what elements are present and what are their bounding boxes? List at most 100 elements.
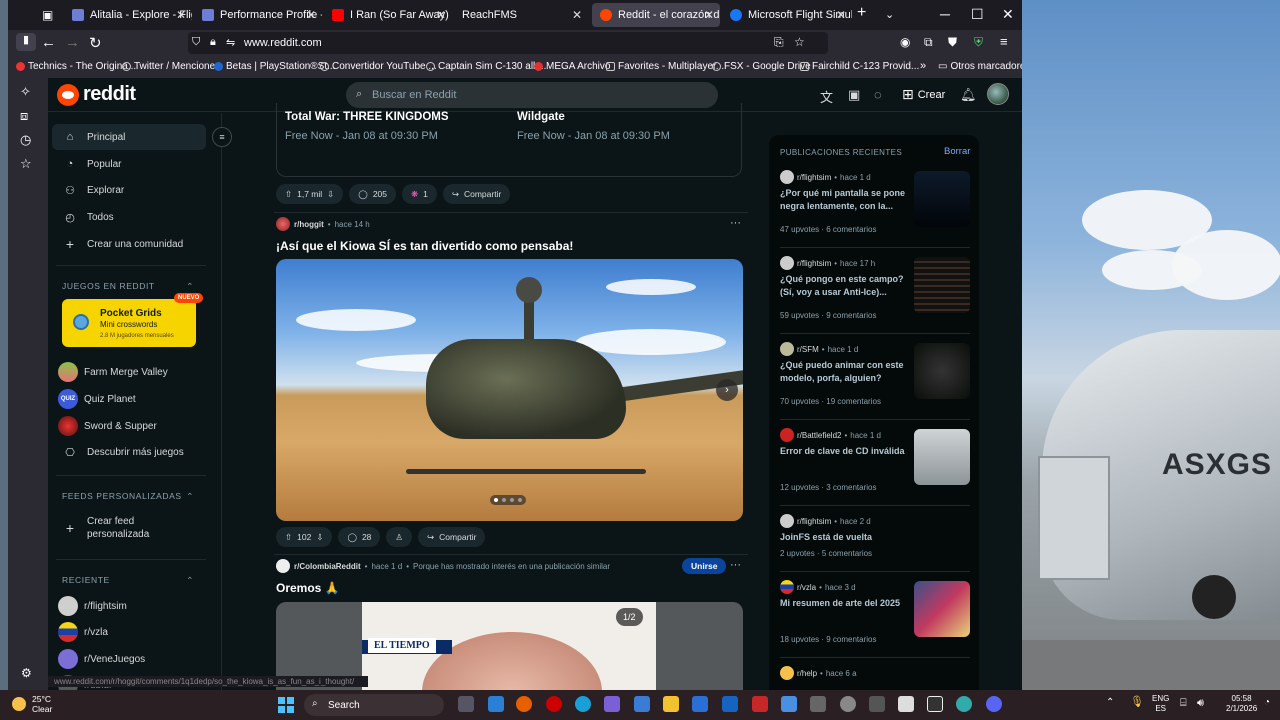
app-icon[interactable] [869,696,885,712]
advertise-icon[interactable]: ▣ [848,87,860,103]
reader-view-icon[interactable]: ⎘ [774,35,784,50]
tab-facebook[interactable]: Microsoft Flight Simulator✕ [722,3,852,27]
upvote-icon[interactable]: ⇧ [285,532,292,543]
sidebar-toggle-icon[interactable]: ▮ [16,33,36,51]
recent-post-item[interactable]: r/help • hace 6 a [769,661,979,690]
volume-icon[interactable]: 🔊︎ [1197,698,1204,709]
other-bookmarks-folder[interactable]: ▭Otros marcadores [938,61,1022,72]
bookmark-item[interactable]: Technics - The Origina... [16,61,136,72]
notepad-icon[interactable] [898,696,914,712]
list-all-tabs-icon[interactable]: ⌄ [885,8,894,21]
reload-icon[interactable]: ↻ [89,34,102,52]
tab-youtube[interactable]: I Ran (So Far Away) - YouT✕ [324,3,452,27]
close-tab-icon[interactable]: ✕ [704,8,714,22]
close-window-icon[interactable]: ✕ [1002,6,1014,23]
nav-home[interactable]: ⌂ Principal [52,124,206,150]
comments-button[interactable]: ◯ 205 [349,184,396,204]
maximize-icon[interactable]: ☐ [971,6,984,23]
nav-all[interactable]: ◴ Todos [52,204,206,230]
tab-performance[interactable]: Performance Profile - Expl✕ [194,3,322,27]
nav-popular[interactable]: ◔ Popular [52,151,206,177]
collapse-nav-button[interactable]: ≡ [212,127,232,147]
notifications-bell-icon[interactable]: 🔔︎ [960,87,977,103]
clear-recent-button[interactable]: Borrar [944,146,970,157]
downvote-icon[interactable]: ⇩ [327,189,334,200]
discord-icon[interactable] [986,696,1002,712]
awards-button[interactable]: ♙ [386,527,413,547]
microphone-icon[interactable]: 🎙︎ [1130,697,1144,708]
tab-reddit[interactable]: Reddit - el corazón de la c✕ [592,3,720,27]
show-hidden-icons[interactable]: ⌃ [1106,698,1114,708]
url-bar[interactable]: ⛉ 🔒︎ ⇋ www.reddit.com ⎘ ☆ [188,32,828,54]
bookmark-item[interactable]: Favorites - Multiplayer... [606,61,724,72]
lock-icon[interactable]: 🔒︎ [210,36,216,49]
bookmark-star-icon[interactable]: ☆ [794,35,805,49]
notifications-icon[interactable]: ◔ [1264,698,1270,708]
history-icon[interactable]: ◷ [20,132,31,148]
vpn-shield-icon[interactable]: ⛊ [948,35,957,50]
custom-feeds-header[interactable]: FEEDS PERSONALIZADAS ⌃ [62,491,194,502]
ai-chatbot-icon[interactable]: ✧ [20,84,31,100]
extensions-puzzle-icon[interactable]: ⧉ [924,35,933,50]
comments-button[interactable]: ◯ 28 [338,527,381,547]
taskbar-search[interactable]: ⌕ Search [304,694,444,716]
chat-icon[interactable]: ◌ [874,87,882,102]
post-image[interactable]: › [276,259,743,521]
tab-reachfms[interactable]: ReachFMS ✕ [454,3,588,27]
close-tab-icon[interactable]: ✕ [836,8,846,22]
minimize-icon[interactable]: ─ [940,6,950,22]
app-icon[interactable] [810,696,826,712]
close-tab-icon[interactable]: ✕ [176,8,186,22]
close-tab-icon[interactable]: ✕ [572,8,582,22]
menu-hamburger-icon[interactable]: ≡ [1000,34,1008,49]
discover-more-games[interactable]: ⎔ Descubrir más juegos [52,439,206,465]
vote-buttons[interactable]: ⇧ 102 ⇩ [276,527,333,547]
bookmark-item[interactable]: Captain Sim C-130 all ... [426,61,546,72]
games-section-header[interactable]: JUEGOS EN REDDIT ⌃ [62,281,194,292]
share-button[interactable]: ↪ Compartir [418,527,486,547]
edge-icon[interactable] [575,696,591,712]
teams-icon[interactable] [488,696,504,712]
clock[interactable]: 05:58 2/1/2026 [1226,694,1257,714]
language-indicator[interactable]: ENG ES [1152,694,1169,714]
share-button[interactable]: ↪ Compartir [442,184,511,204]
subreddit-link[interactable]: r/ColombiaReddit [294,562,361,571]
recent-post-item[interactable]: r/SFM • hace 1 d ¿Qué puedo animar con est… [769,337,979,423]
bookmark-item[interactable]: Twitter / Menciones [122,61,220,72]
create-post-button[interactable]: ⊞ Crear [902,86,945,103]
bookmark-item[interactable]: Betas | PlayStation®St... [214,61,335,72]
bookmark-item[interactable]: MEGA Archivo [534,61,610,72]
promoted-games-post[interactable]: Total War: THREE KINGDOMS Free Now - Jan… [276,103,742,177]
new-tab-button[interactable]: + [857,4,866,22]
game-farm-merge-valley[interactable]: Farm Merge Valley [52,359,206,385]
terminal-icon[interactable] [927,696,943,712]
carousel-next-icon[interactable]: › [716,379,738,401]
game-sword-supper[interactable]: Sword & Supper [52,413,206,439]
tab-list-icon[interactable]: ▣ [42,8,53,22]
copilot-icon[interactable] [604,696,620,712]
firefox-icon[interactable] [516,696,532,712]
awards-button[interactable]: ❋ 1 [402,184,437,204]
recent-post-item[interactable]: r/Battlefield2 • hace 1 d Error de clave d… [769,423,979,509]
subreddit-link[interactable]: r/hoggit [294,220,324,229]
network-icon[interactable]: ⌸ [1180,698,1187,709]
store-icon[interactable] [692,696,708,712]
downvote-icon[interactable]: ⇩ [316,532,323,543]
recent-flightsim[interactable]: r/flightsim [52,593,206,619]
start-button[interactable] [278,697,294,713]
post-options-icon[interactable]: ··· [730,559,741,571]
bookmark-item[interactable]: FSX - Google Drive [712,61,811,72]
close-tab-icon[interactable]: ✕ [306,8,316,22]
post-options-icon[interactable]: ··· [730,217,741,229]
forward-icon[interactable]: → [65,34,80,51]
bookmark-item[interactable]: Convertidor YouTube ... [320,61,437,72]
app-icon[interactable] [956,696,972,712]
create-custom-feed[interactable]: + Crear feed personalizada [52,511,206,545]
nav-explore[interactable]: ⚇ Explorar [52,177,206,203]
recent-post-item[interactable]: r/flightsim • hace 17 h ¿Qué pongo en este… [769,251,979,337]
more-bookmarks-icon[interactable]: » [920,60,926,72]
nav-create-community[interactable]: + Crear una comunidad [52,231,206,257]
post-title[interactable]: Oremos 🙏 [276,581,340,595]
task-view-icon[interactable] [458,696,474,712]
sidebar-settings-icon[interactable]: ⚙ [21,666,32,680]
